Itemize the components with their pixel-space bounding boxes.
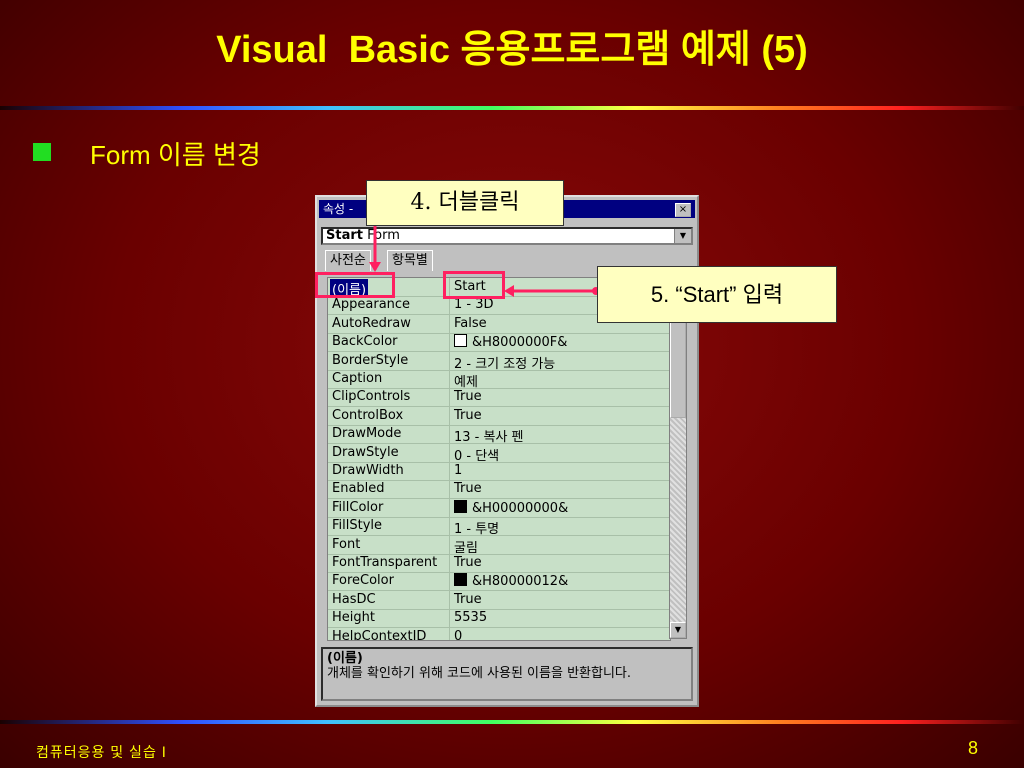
property-name: FillColor bbox=[332, 499, 384, 515]
property-value[interactable]: False bbox=[454, 316, 487, 331]
tab-alphabetic[interactable]: 사전순 bbox=[325, 250, 371, 271]
property-row[interactable]: FillColor &H00000000& bbox=[328, 499, 670, 518]
description-heading: (이름) bbox=[327, 651, 363, 666]
property-value[interactable]: &H00000000& bbox=[454, 499, 568, 516]
property-row[interactable]: HelpContextID 0 bbox=[328, 628, 670, 641]
property-description-pane: (이름) 개체를 확인하기 위해 코드에 사용된 이름을 반환합니다. bbox=[321, 647, 693, 701]
bullet-square-icon bbox=[33, 143, 51, 161]
property-name: AutoRedraw bbox=[332, 315, 411, 331]
scroll-down-arrow-icon[interactable]: ▼ bbox=[670, 622, 686, 638]
property-value[interactable]: 0 bbox=[454, 629, 462, 640]
property-name: ClipControls bbox=[332, 389, 411, 405]
property-name: Caption bbox=[332, 371, 383, 386]
property-row[interactable]: BorderStyle 2 - 크기 조정 가능 bbox=[328, 352, 670, 372]
property-value[interactable]: 예제 bbox=[454, 371, 478, 390]
property-row[interactable]: HasDC True bbox=[328, 591, 670, 610]
property-value[interactable]: 1 bbox=[454, 463, 462, 478]
property-value[interactable]: 5535 bbox=[454, 610, 487, 625]
color-swatch-icon bbox=[454, 499, 467, 513]
property-row[interactable]: Enabled True bbox=[328, 480, 670, 500]
property-name: FontTransparent bbox=[332, 555, 438, 570]
slide-title: Visual Basic 응용프로그램 예제 (5) bbox=[216, 29, 808, 71]
object-type: Form bbox=[362, 228, 400, 243]
name-property-highlight bbox=[315, 272, 395, 298]
object-name: Start bbox=[326, 228, 363, 243]
property-value[interactable]: &H8000000F& bbox=[454, 334, 567, 350]
object-selector-combo[interactable]: Start Form ▼ bbox=[321, 227, 693, 245]
property-grid: (이름) Start Appearance 1 - 3D AutoRedraw False… bbox=[327, 277, 671, 641]
bottom-divider bbox=[0, 720, 1024, 724]
tab-categorized[interactable]: 항목별 bbox=[387, 250, 433, 271]
callout-double-click: 4. 더블클릭 bbox=[366, 180, 564, 226]
properties-window-title: 속성 - bbox=[323, 202, 354, 216]
property-row[interactable]: Height 5535 bbox=[328, 609, 670, 629]
property-row[interactable]: ClipControls True bbox=[328, 388, 670, 408]
property-value[interactable]: True bbox=[454, 481, 482, 496]
property-name: Appearance bbox=[332, 297, 411, 313]
property-name: FillStyle bbox=[332, 518, 383, 534]
top-divider bbox=[0, 106, 1024, 110]
property-value[interactable]: 굴림 bbox=[454, 537, 478, 556]
property-value[interactable]: True bbox=[454, 389, 482, 404]
close-icon[interactable]: × bbox=[675, 203, 691, 217]
property-value[interactable]: 13 - 복사 펜 bbox=[454, 426, 524, 445]
property-value[interactable]: 1 - 투명 bbox=[454, 518, 499, 537]
property-value[interactable]: 1 - 3D bbox=[454, 297, 494, 312]
property-name: HasDC bbox=[332, 591, 376, 607]
property-value[interactable]: True bbox=[454, 408, 482, 423]
property-row[interactable]: BackColor &H8000000F& bbox=[328, 333, 670, 353]
footer-course-title: 컴퓨터응용 및 실습 Ⅰ bbox=[36, 744, 167, 760]
property-value[interactable]: True bbox=[454, 592, 482, 607]
callout-enter-start: 5. “Start” 입력 bbox=[597, 266, 837, 323]
property-row[interactable]: DrawWidth 1 bbox=[328, 462, 670, 481]
property-name: BorderStyle bbox=[332, 352, 409, 368]
property-name: DrawMode bbox=[332, 426, 402, 442]
property-row[interactable]: FillStyle 1 - 투명 bbox=[328, 517, 670, 537]
name-value-highlight bbox=[443, 271, 505, 299]
property-name: ControlBox bbox=[332, 407, 404, 423]
property-name: ForeColor bbox=[332, 573, 394, 589]
property-name: Enabled bbox=[332, 481, 385, 497]
property-row[interactable]: FontTransparent True bbox=[328, 554, 670, 573]
bullet-text: Form 이름 변경 bbox=[90, 140, 261, 170]
color-swatch-icon bbox=[454, 573, 467, 587]
page-number: 8 bbox=[968, 738, 979, 758]
property-grid-scrollbar[interactable]: ▼ bbox=[669, 277, 687, 639]
chevron-down-icon[interactable]: ▼ bbox=[674, 229, 691, 243]
property-value[interactable]: 0 - 단색 bbox=[454, 445, 499, 464]
property-row[interactable]: ForeColor &H80000012& bbox=[328, 572, 670, 592]
property-value[interactable]: &H80000012& bbox=[454, 573, 568, 589]
property-value[interactable]: 2 - 크기 조정 가능 bbox=[454, 353, 555, 372]
property-row[interactable]: Caption 예제 bbox=[328, 370, 670, 390]
property-row[interactable]: Font 굴림 bbox=[328, 536, 670, 556]
property-row[interactable]: DrawStyle 0 - 단색 bbox=[328, 444, 670, 464]
property-name: HelpContextID bbox=[332, 628, 427, 641]
property-name: DrawWidth bbox=[332, 463, 404, 478]
property-name: DrawStyle bbox=[332, 444, 399, 460]
property-name: Font bbox=[332, 536, 361, 552]
description-text: 개체를 확인하기 위해 코드에 사용된 이름을 반환합니다. bbox=[327, 666, 632, 681]
color-swatch-icon bbox=[454, 334, 467, 348]
property-name: BackColor bbox=[332, 334, 398, 350]
property-value[interactable]: True bbox=[454, 555, 482, 570]
property-row[interactable]: DrawMode 13 - 복사 펜 bbox=[328, 425, 670, 445]
property-name: Height bbox=[332, 610, 375, 626]
property-row[interactable]: ControlBox True bbox=[328, 407, 670, 426]
